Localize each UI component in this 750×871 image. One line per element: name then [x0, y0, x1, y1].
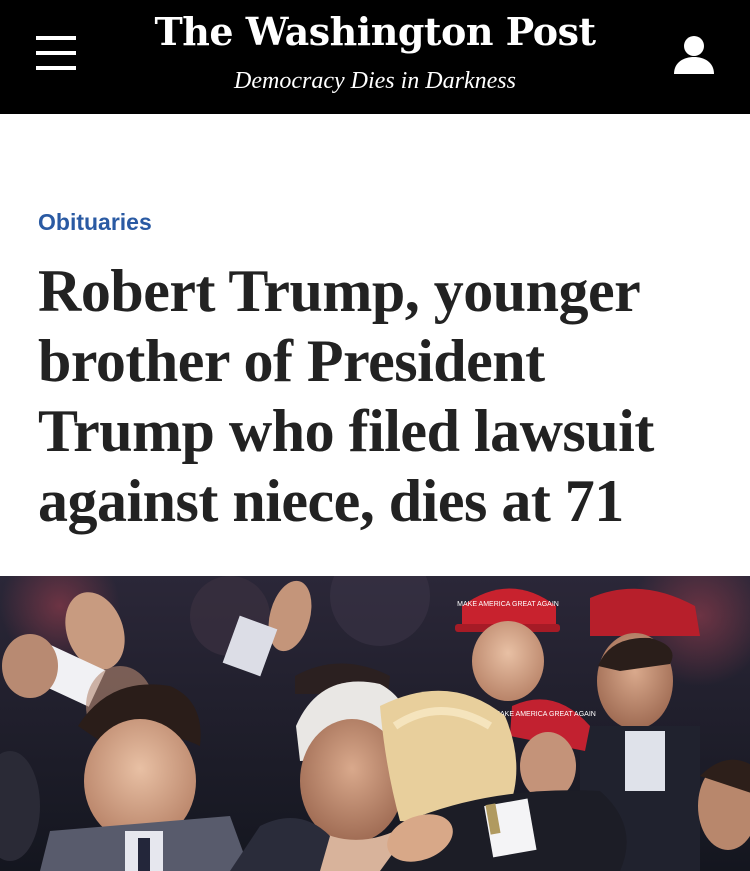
hat-text-2: MAKE AMERICA GREAT AGAIN	[494, 711, 596, 718]
site-logo[interactable]: The Washington Post	[0, 8, 750, 56]
section-link-obituaries[interactable]: Obituaries	[38, 206, 152, 238]
masthead: The Washington Post Democracy Dies in Da…	[0, 0, 750, 114]
article-headline: Robert Trump, younger brother of Preside…	[38, 258, 654, 534]
site-tagline: Democracy Dies in Darkness	[234, 68, 516, 94]
user-icon[interactable]	[670, 34, 718, 76]
lead-photo[interactable]: MAKE AMERICA GREAT AGAIN MAKE AMERICA GR…	[0, 576, 750, 871]
hat-text-1: MAKE AMERICA GREAT AGAIN	[457, 601, 559, 608]
